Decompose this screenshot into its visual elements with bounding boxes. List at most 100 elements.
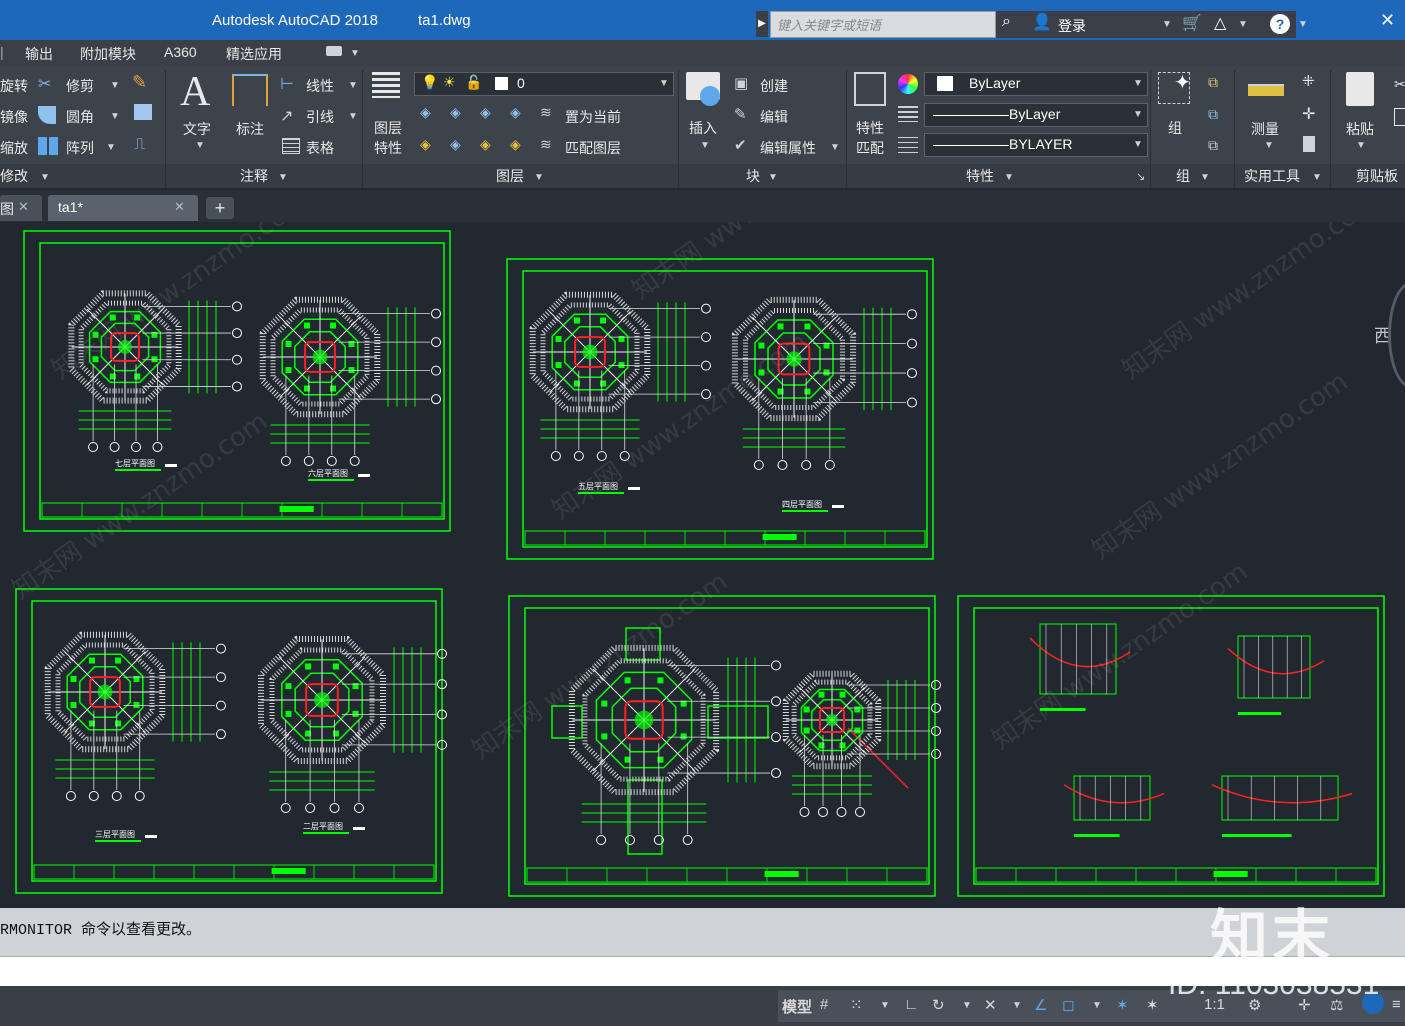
- array-tool[interactable]: 阵列: [66, 138, 94, 158]
- point-style-icon[interactable]: ⁜: [1302, 72, 1315, 90]
- binoculars-icon[interactable]: ⌕: [1002, 13, 1011, 31]
- model-space-button[interactable]: 模型: [782, 996, 812, 1017]
- object-snap-icon[interactable]: ◻: [1062, 996, 1074, 1014]
- layer-properties-tool-line2[interactable]: 特性: [374, 138, 402, 158]
- panel-title-clipboard[interactable]: 剪贴板: [1356, 166, 1398, 186]
- login-dropdown-icon[interactable]: ▼: [1162, 19, 1172, 30]
- annotation-scale-icon[interactable]: ✶: [1146, 996, 1159, 1014]
- drawing-canvas[interactable]: 七层平面图 六层平面图 五层平面图 四层平面图 三层平面图 二层平面图 知末网 www.zn…: [0, 222, 1405, 908]
- grid-icon[interactable]: #: [820, 996, 828, 1013]
- text-icon[interactable]: A: [180, 68, 210, 116]
- help-dropdown-icon[interactable]: ▼: [1298, 19, 1308, 30]
- tab-drawing-partial[interactable]: 图 ✕: [0, 195, 42, 221]
- edit-attributes-dropdown-icon[interactable]: ▼: [830, 142, 840, 153]
- panel-title-properties[interactable]: 特性: [966, 166, 994, 186]
- set-current-icon[interactable]: ≋: [540, 104, 552, 121]
- lineweight-icon[interactable]: [898, 106, 918, 122]
- tab-ta1-close-icon[interactable]: ✕: [174, 199, 185, 215]
- new-tab-button[interactable]: +: [206, 197, 234, 219]
- color-wheel-icon[interactable]: [898, 74, 918, 94]
- modify-panel-dropdown-icon[interactable]: ▼: [40, 172, 50, 183]
- trim-icon[interactable]: ✂: [38, 74, 51, 94]
- menu-a360[interactable]: A360: [164, 44, 197, 60]
- measure-icon[interactable]: [1248, 84, 1284, 96]
- trim-dropdown-icon[interactable]: ▼: [110, 80, 120, 91]
- group-edit-icon[interactable]: ⧉: [1208, 106, 1218, 123]
- paste-icon[interactable]: [1346, 72, 1374, 106]
- tab-ta1[interactable]: ta1* ✕: [48, 195, 198, 221]
- match-properties-icon[interactable]: [854, 72, 886, 106]
- color-dropdown[interactable]: ByLayer ▼: [924, 72, 1148, 96]
- utilities-panel-dropdown-icon[interactable]: ▼: [1312, 172, 1322, 183]
- edit-attributes-icon[interactable]: ✔: [734, 136, 747, 154]
- layers-panel-dropdown-icon[interactable]: ▼: [534, 172, 544, 183]
- leader-tool[interactable]: 引线: [306, 107, 334, 127]
- insert-dropdown-icon[interactable]: ▼: [700, 140, 710, 151]
- object-tracking-icon[interactable]: ∠: [1034, 996, 1047, 1014]
- measure-dropdown-icon[interactable]: ▼: [1264, 140, 1274, 151]
- layer-tool-icon-1[interactable]: ◈: [420, 104, 431, 121]
- layer-tool-icon-3[interactable]: ◈: [480, 104, 491, 121]
- copy-icon[interactable]: [134, 104, 152, 120]
- group-tool[interactable]: 组: [1168, 118, 1182, 138]
- login-button[interactable]: 登录: [1058, 16, 1086, 36]
- array-dropdown-icon[interactable]: ▼: [106, 142, 116, 153]
- properties-dialog-launcher-icon[interactable]: ↘: [1136, 170, 1145, 183]
- cut-icon[interactable]: ✂: [1394, 76, 1405, 93]
- text-tool[interactable]: 文字: [183, 119, 211, 139]
- dimension-tool[interactable]: 标注: [236, 119, 264, 139]
- panel-title-block[interactable]: 块: [746, 166, 760, 186]
- edit-block-icon[interactable]: ✎: [734, 105, 747, 123]
- snap-icon[interactable]: ⁙: [850, 996, 863, 1014]
- groups-panel-dropdown-icon[interactable]: ▼: [1200, 172, 1210, 183]
- layer-tool-icon-6[interactable]: ◈: [450, 136, 461, 153]
- close-icon[interactable]: ✕: [1380, 10, 1395, 31]
- copy-clip-icon[interactable]: [1394, 108, 1405, 126]
- layer-properties-tool-line1[interactable]: 图层: [374, 118, 402, 138]
- match-properties-tool-line1[interactable]: 特性: [856, 118, 884, 138]
- array-icon[interactable]: [38, 137, 58, 155]
- customize-icon[interactable]: ≡: [1392, 996, 1401, 1013]
- snap-dropdown-icon[interactable]: ▼: [880, 1000, 890, 1011]
- workspace-dropdown-icon[interactable]: ▼: [350, 48, 360, 59]
- match-properties-tool-line2[interactable]: 匹配: [856, 138, 884, 158]
- a360-dropdown-icon[interactable]: ▼: [1238, 19, 1248, 30]
- text-dropdown-icon[interactable]: ▼: [195, 140, 205, 151]
- id-point-icon[interactable]: ✛: [1302, 104, 1315, 124]
- annotation-panel-dropdown-icon[interactable]: ▼: [278, 172, 288, 183]
- tab-close-icon[interactable]: ✕: [18, 199, 29, 215]
- layer-dropdown[interactable]: 💡 ☀ 🔓 0 ▼: [414, 72, 674, 96]
- block-panel-dropdown-icon[interactable]: ▼: [768, 172, 778, 183]
- edit-block-tool[interactable]: 编辑: [760, 107, 788, 127]
- ungroup-icon[interactable]: ⧉: [1208, 74, 1218, 91]
- paste-tool[interactable]: 粘贴: [1346, 119, 1374, 139]
- object-snap-dropdown-icon[interactable]: ▼: [1092, 1000, 1102, 1011]
- dimension-icon[interactable]: [232, 74, 268, 106]
- annotation-visibility-icon[interactable]: ✶: [1116, 996, 1129, 1014]
- cart-icon[interactable]: 🛒: [1182, 13, 1202, 33]
- panel-title-utilities[interactable]: 实用工具: [1244, 166, 1300, 186]
- lineweight-dropdown[interactable]: BYLAYER ▼: [924, 133, 1148, 157]
- leader-dropdown-icon[interactable]: ▼: [348, 111, 358, 122]
- linetype-dropdown[interactable]: ByLayer ▼: [924, 103, 1148, 127]
- user-icon[interactable]: 👤: [1032, 12, 1052, 32]
- search-input[interactable]: 键入关键字或短语: [770, 11, 996, 38]
- table-tool[interactable]: 表格: [306, 138, 334, 158]
- paste-dropdown-icon[interactable]: ▼: [1356, 140, 1366, 151]
- layer-tool-icon-7[interactable]: ◈: [480, 136, 491, 153]
- rotate-tool[interactable]: 旋转: [0, 76, 28, 96]
- layer-tool-icon-4[interactable]: ◈: [510, 104, 521, 121]
- workspace-toggle-icon[interactable]: [326, 46, 342, 56]
- isodraft-icon[interactable]: ✕: [984, 996, 997, 1014]
- panel-title-layers[interactable]: 图层: [496, 166, 524, 186]
- mirror-tool[interactable]: 镜像: [0, 107, 28, 127]
- linear-icon[interactable]: ⊢: [280, 74, 294, 94]
- fillet-dropdown-icon[interactable]: ▼: [110, 111, 120, 122]
- erase-icon[interactable]: ✎: [132, 72, 147, 93]
- fillet-tool[interactable]: 圆角: [66, 107, 94, 127]
- menu-featured-apps[interactable]: 精选应用: [226, 44, 282, 64]
- create-block-tool[interactable]: 创建: [760, 76, 788, 96]
- menu-addins[interactable]: 附加模块: [80, 44, 136, 64]
- table-icon[interactable]: [282, 138, 300, 154]
- match-layer-icon[interactable]: ≋: [540, 136, 552, 153]
